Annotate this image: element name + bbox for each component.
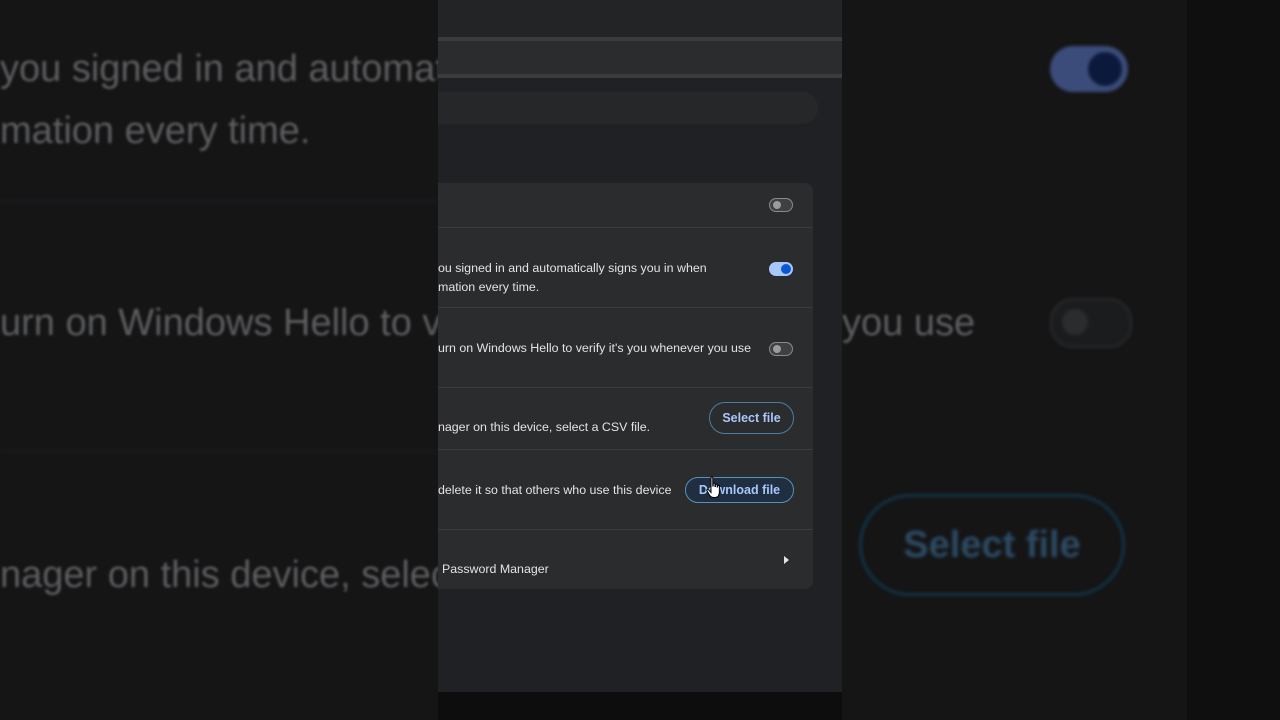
setting-row-offer-to-save xyxy=(438,183,813,227)
background-toggle-off xyxy=(1050,298,1132,348)
background-left-panel: you signed in and automat mation every t… xyxy=(0,0,438,720)
background-text: you signed in and automat xyxy=(0,48,438,90)
import-description: nager on this device, select a CSV file. xyxy=(438,420,651,434)
setting-row-import-passwords: nager on this device, select a CSV file.… xyxy=(438,387,813,450)
setting-row-export-passwords: delete it so that others who use this de… xyxy=(438,449,813,530)
password-settings-card: ou signed in and automatically signs you… xyxy=(438,183,813,589)
background-text: mation every time. xyxy=(0,110,311,152)
background-text: you use xyxy=(842,302,976,344)
background-divider xyxy=(0,200,438,202)
export-description: delete it so that others who use this de… xyxy=(438,483,672,497)
select-file-button[interactable]: Select file xyxy=(709,402,794,434)
setting-row-auto-sign-in: ou signed in and automatically signs you… xyxy=(438,227,813,308)
password-manager-link-label: Password Manager xyxy=(442,562,549,576)
background-right-panel: you use Select file xyxy=(842,0,1280,720)
setting-row-windows-hello: urn on Windows Hello to verify it's you … xyxy=(438,307,813,388)
chevron-right-icon xyxy=(784,556,789,564)
auto-sign-in-description-line2: mation every time. xyxy=(438,280,540,294)
windows-hello-toggle[interactable] xyxy=(769,342,793,356)
download-file-button[interactable]: Download file xyxy=(685,477,794,503)
background-text: nager on this device, selec xyxy=(0,554,438,596)
top-bar xyxy=(438,0,842,38)
background-edge xyxy=(1187,0,1280,720)
windows-hello-description: urn on Windows Hello to verify it's you … xyxy=(438,341,751,355)
auto-sign-in-toggle[interactable] xyxy=(769,262,793,276)
hand-pointer-icon xyxy=(706,476,720,498)
background-toggle-on xyxy=(1050,46,1128,92)
toolbar-divider xyxy=(438,74,842,78)
offer-save-toggle[interactable] xyxy=(769,198,793,212)
settings-screen: ou signed in and automatically signs you… xyxy=(438,0,842,692)
search-bar[interactable] xyxy=(438,92,818,124)
setting-row-password-manager-link[interactable]: Password Manager xyxy=(438,529,813,590)
auto-sign-in-description-line1: ou signed in and automatically signs you… xyxy=(438,261,707,275)
background-select-file-button: Select file xyxy=(859,494,1125,596)
background-text: urn on Windows Hello to v xyxy=(0,302,438,344)
toolbar-strip xyxy=(438,41,842,75)
background-divider xyxy=(0,450,438,452)
